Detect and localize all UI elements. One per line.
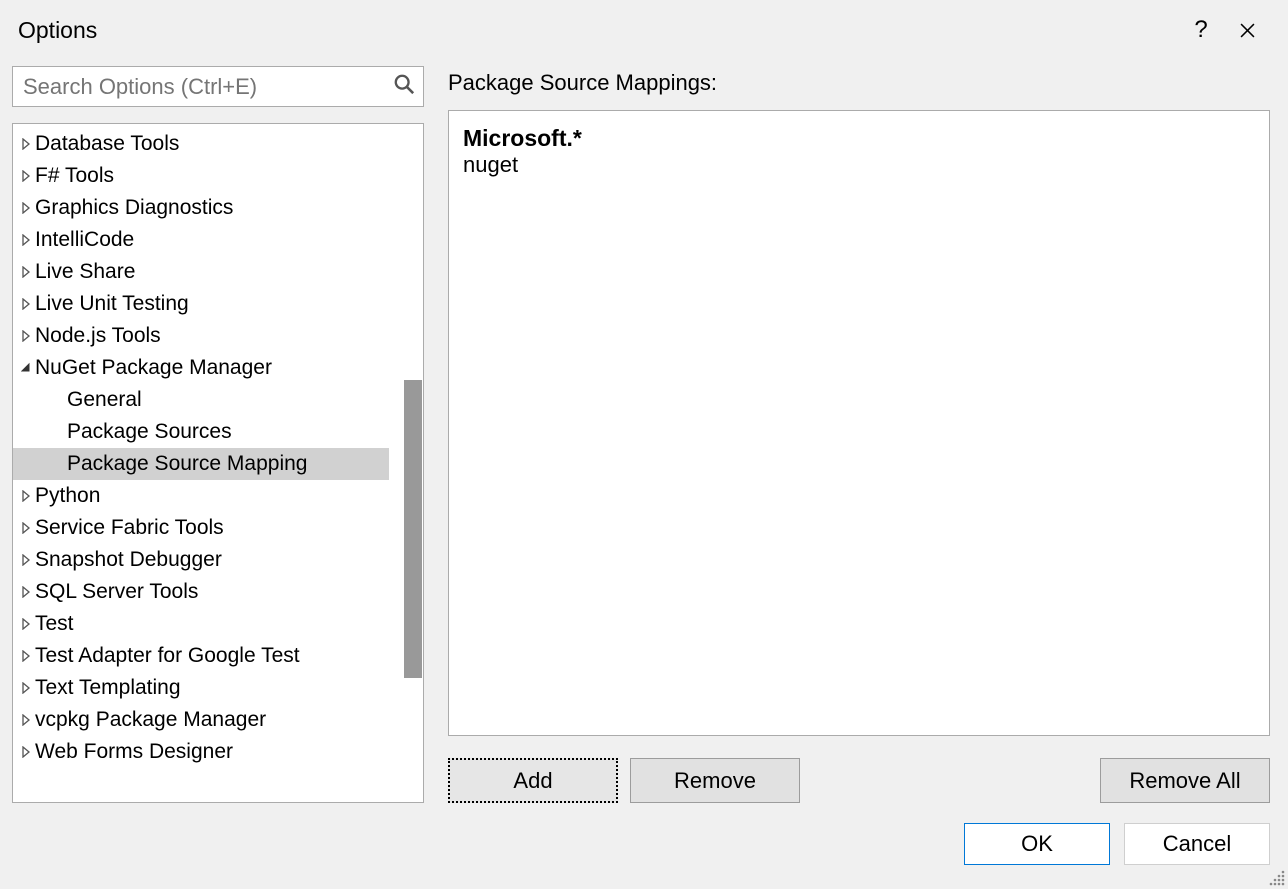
tree-item[interactable]: vcpkg Package Manager (13, 704, 423, 736)
chevron-right-icon[interactable] (17, 170, 35, 182)
remove-button[interactable]: Remove (630, 758, 800, 803)
tree-item-label: F# Tools (35, 160, 114, 192)
tree-item-label: SQL Server Tools (35, 576, 198, 608)
chevron-right-icon[interactable] (17, 234, 35, 246)
cancel-button[interactable]: Cancel (1124, 823, 1270, 865)
search-input[interactable] (19, 74, 393, 100)
tree-item[interactable]: Python (13, 480, 423, 512)
chevron-right-icon[interactable] (17, 618, 35, 630)
tree-item-label: Database Tools (35, 128, 179, 160)
tree-item-label: Test Adapter for Google Test (35, 640, 300, 672)
tree-item[interactable]: Text Templating (13, 672, 423, 704)
chevron-right-icon[interactable] (17, 330, 35, 342)
tree-item[interactable]: Snapshot Debugger (13, 544, 423, 576)
tree-item[interactable]: General (13, 384, 423, 416)
tree-item-label: Test (35, 608, 74, 640)
close-button[interactable] (1224, 12, 1270, 48)
tree-item-label: Node.js Tools (35, 320, 161, 352)
chevron-right-icon[interactable] (17, 554, 35, 566)
scrollbar-thumb[interactable] (404, 380, 422, 678)
chevron-down-icon[interactable] (17, 362, 35, 374)
mappings-listbox[interactable]: Microsoft.* nuget (448, 110, 1270, 736)
tree-item-label: Text Templating (35, 672, 181, 704)
options-tree[interactable]: Database ToolsF# ToolsGraphics Diagnosti… (12, 123, 424, 803)
tree-item[interactable]: Node.js Tools (13, 320, 423, 352)
tree-item-label: General (67, 384, 142, 416)
tree-item-label: Snapshot Debugger (35, 544, 222, 576)
search-options-box[interactable] (12, 66, 424, 107)
chevron-right-icon[interactable] (17, 682, 35, 694)
help-icon: ? (1194, 16, 1207, 44)
resize-grip-icon[interactable] (1268, 869, 1286, 887)
tree-item-label: IntelliCode (35, 224, 134, 256)
tree-item-label: NuGet Package Manager (35, 352, 272, 384)
add-button[interactable]: Add (448, 758, 618, 803)
tree-item-label: Python (35, 480, 100, 512)
tree-item-label: Package Sources (67, 416, 232, 448)
chevron-right-icon[interactable] (17, 202, 35, 214)
remove-all-button[interactable]: Remove All (1100, 758, 1270, 803)
help-button[interactable]: ? (1178, 12, 1224, 48)
chevron-right-icon[interactable] (17, 586, 35, 598)
tree-item-label: Service Fabric Tools (35, 512, 224, 544)
tree-item-label: Web Forms Designer (35, 736, 233, 768)
tree-item[interactable]: Package Sources (13, 416, 423, 448)
tree-scrollbar[interactable] (401, 124, 423, 802)
tree-item-label: Package Source Mapping (67, 448, 308, 480)
mapping-pattern[interactable]: Microsoft.* (463, 125, 1255, 152)
ok-button[interactable]: OK (964, 823, 1110, 865)
tree-item[interactable]: Graphics Diagnostics (13, 192, 423, 224)
tree-item[interactable]: IntelliCode (13, 224, 423, 256)
tree-item[interactable]: Test Adapter for Google Test (13, 640, 423, 672)
tree-item[interactable]: NuGet Package Manager (13, 352, 423, 384)
search-icon (393, 73, 415, 100)
chevron-right-icon[interactable] (17, 138, 35, 150)
tree-item-label: Live Share (35, 256, 135, 288)
chevron-right-icon[interactable] (17, 650, 35, 662)
chevron-right-icon[interactable] (17, 298, 35, 310)
chevron-right-icon[interactable] (17, 714, 35, 726)
tree-item[interactable]: Database Tools (13, 128, 423, 160)
chevron-right-icon[interactable] (17, 746, 35, 758)
tree-item[interactable]: Web Forms Designer (13, 736, 423, 768)
tree-item[interactable]: Test (13, 608, 423, 640)
chevron-right-icon[interactable] (17, 266, 35, 278)
tree-item[interactable]: Package Source Mapping (13, 448, 389, 480)
tree-item[interactable]: SQL Server Tools (13, 576, 423, 608)
tree-item[interactable]: Service Fabric Tools (13, 512, 423, 544)
tree-item-label: Live Unit Testing (35, 288, 189, 320)
chevron-right-icon[interactable] (17, 522, 35, 534)
tree-item[interactable]: F# Tools (13, 160, 423, 192)
tree-item[interactable]: Live Share (13, 256, 423, 288)
tree-item-label: vcpkg Package Manager (35, 704, 266, 736)
close-icon (1240, 23, 1255, 38)
tree-item-label: Graphics Diagnostics (35, 192, 233, 224)
mapping-source[interactable]: nuget (463, 152, 1255, 178)
dialog-title: Options (18, 17, 1178, 44)
tree-item[interactable]: Live Unit Testing (13, 288, 423, 320)
titlebar: Options ? (0, 0, 1288, 56)
chevron-right-icon[interactable] (17, 490, 35, 502)
mappings-heading: Package Source Mappings: (448, 70, 1270, 96)
